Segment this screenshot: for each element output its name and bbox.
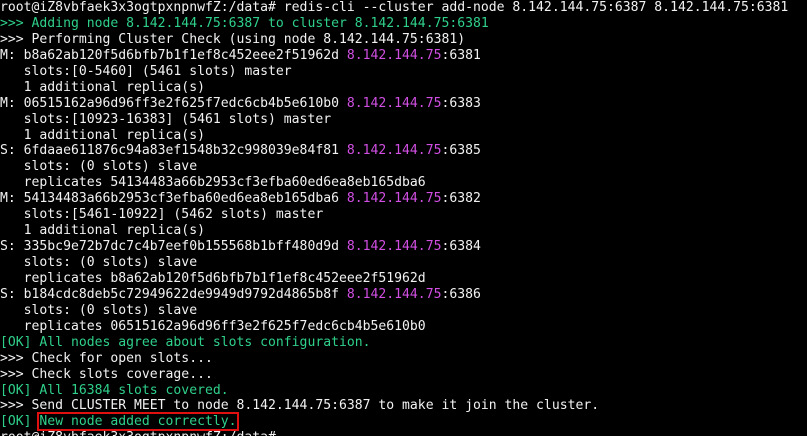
terminal-text-segment: slots:[5461-10922] (5462 slots) master bbox=[0, 207, 324, 223]
terminal-line-ok-slots-config: [OK] All nodes agree about slots configu… bbox=[0, 335, 807, 351]
terminal-line-slots-info: slots:[0-5460] (5461 slots) master bbox=[0, 64, 807, 80]
terminal-line-node-line: S: 6fdaae611876c94a83ef1548b32c998039e84… bbox=[0, 143, 807, 159]
terminal-text-segment: root@iZ8vbfaek3x3ogtpxnpnwfZ:/data# redi… bbox=[0, 0, 789, 15]
terminal-text-segment: slots: (0 slots) slave bbox=[0, 159, 198, 175]
terminal-text-segment: S: 335bc9e72b7dc7c4b7eef0b155568b1bff480… bbox=[0, 239, 347, 255]
terminal-text-segment: slots:[0-5460] (5461 slots) master bbox=[0, 63, 292, 79]
terminal-text-segment: [OK] All 16384 slots covered. bbox=[0, 382, 229, 398]
terminal-text-segment: :6383 bbox=[441, 95, 481, 111]
terminal-line-slots-info: slots: (0 slots) slave bbox=[0, 255, 807, 271]
terminal-text-segment: :6382 bbox=[441, 191, 481, 207]
terminal-line-replica-info: 1 additional replica(s) bbox=[0, 80, 807, 96]
terminal-line-cluster-check-header: >>> Performing Cluster Check (using node… bbox=[0, 32, 807, 48]
terminal-text-segment: >>> Adding node 8.142.144.75:6387 to clu… bbox=[0, 15, 489, 31]
terminal-line-slots-info: slots:[5461-10922] (5462 slots) master bbox=[0, 207, 807, 223]
terminal-text-segment: S: 6fdaae611876c94a83ef1548b32c998039e84… bbox=[0, 143, 347, 159]
terminal-line-replicates-info: replicates 06515162a96d96ff3e2f625f7edc6… bbox=[0, 319, 807, 335]
terminal-text-segment: M: 54134483a66b2953cf3efba60ed6ea8eb165d… bbox=[0, 191, 347, 207]
terminal-line-ok-node-added: [OK] New node added correctly. bbox=[0, 412, 807, 432]
terminal-text-segment: M: b8a62ab120f5d6bfb7b1f1ef8c452eee2f519… bbox=[0, 47, 347, 63]
terminal-text-segment: replicates 06515162a96d96ff3e2f625f7edc6… bbox=[0, 318, 426, 334]
terminal-text-segment: replicates 54134483a66b2953cf3efba60ed6e… bbox=[0, 175, 426, 191]
node-ip-address: 8.142.144.75 bbox=[346, 191, 442, 207]
terminal-text-segment: :6386 bbox=[441, 286, 481, 302]
terminal-text-segment: slots: (0 slots) slave bbox=[0, 255, 198, 270]
terminal-line-node-line: M: 54134483a66b2953cf3efba60ed6ea8eb165d… bbox=[0, 191, 807, 207]
terminal-text-segment: >>> Check slots coverage... bbox=[0, 366, 213, 382]
terminal-line-replica-info: 1 additional replica(s) bbox=[0, 223, 807, 239]
terminal-line-slots-info: slots: (0 slots) slave bbox=[0, 303, 807, 319]
node-ip-address: 8.142.144.75 bbox=[346, 239, 442, 255]
terminal-text-segment: S: b184cdc8deb5c72949622de9949d9792d4865… bbox=[0, 286, 347, 302]
node-ip-address: 8.142.144.75 bbox=[346, 286, 442, 302]
terminal-line-shell-prompt: root@iZ8vbfaek3x3ogtpxnpnwfZ:/data# bbox=[0, 430, 807, 436]
node-ip-address: 8.142.144.75 bbox=[346, 95, 442, 111]
terminal-text-segment: slots: (0 slots) slave bbox=[0, 302, 198, 318]
terminal-text-segment: M: 06515162a96d96ff3e2f625f7edc6cb4b5e61… bbox=[0, 95, 347, 111]
node-ip-address: 8.142.144.75 bbox=[346, 143, 442, 159]
terminal-text-segment: :6381 bbox=[441, 47, 481, 63]
terminal-line-node-line: S: b184cdc8deb5c72949622de9949d9792d4865… bbox=[0, 287, 807, 303]
terminal-line-check-slots-coverage: >>> Check slots coverage... bbox=[0, 367, 807, 383]
terminal-line-ok-slots-covered: [OK] All 16384 slots covered. bbox=[0, 383, 807, 399]
terminal-line-command-line: root@iZ8vbfaek3x3ogtpxnpnwfZ:/data# redi… bbox=[0, 0, 807, 16]
terminal-line-node-line: M: b8a62ab120f5d6bfb7b1f1ef8c452eee2f519… bbox=[0, 48, 807, 64]
terminal-window[interactable]: root@iZ8vbfaek3x3ogtpxnpnwfZ:/data# redi… bbox=[0, 0, 807, 436]
terminal-text-segment: 1 additional replica(s) bbox=[0, 127, 205, 143]
terminal-line-node-line: S: 335bc9e72b7dc7c4b7eef0b155568b1bff480… bbox=[0, 239, 807, 255]
terminal-text-segment: [OK] All nodes agree about slots configu… bbox=[0, 334, 371, 350]
terminal-text-segment: slots:[10923-16383] (5461 slots) master bbox=[0, 111, 332, 127]
terminal-text-segment: :6384 bbox=[441, 239, 481, 255]
terminal-text-segment: replicates b8a62ab120f5d6bfb7b1f1ef8c452… bbox=[0, 270, 426, 286]
node-ip-address: 8.142.144.75 bbox=[346, 47, 442, 63]
terminal-line-adding-node-message: >>> Adding node 8.142.144.75:6387 to clu… bbox=[0, 16, 807, 32]
terminal-line-cluster-meet-message: >>> Send CLUSTER MEET to node 8.142.144.… bbox=[0, 398, 807, 414]
terminal-line-replicates-info: replicates b8a62ab120f5d6bfb7b1f1ef8c452… bbox=[0, 271, 807, 287]
highlighted-success-message: New node added correctly. bbox=[37, 412, 239, 432]
terminal-line-slots-info: slots: (0 slots) slave bbox=[0, 159, 807, 175]
terminal-text-segment: :6385 bbox=[441, 143, 481, 159]
terminal-text-segment: 1 additional replica(s) bbox=[0, 79, 205, 95]
terminal-text-segment: 1 additional replica(s) bbox=[0, 223, 205, 239]
terminal-line-replica-info: 1 additional replica(s) bbox=[0, 128, 807, 144]
terminal-text-segment: >>> Send CLUSTER MEET to node 8.142.144.… bbox=[0, 398, 600, 414]
terminal-text-segment: root@iZ8vbfaek3x3ogtpxnpnwfZ:/data# bbox=[0, 430, 284, 436]
terminal-line-slots-info: slots:[10923-16383] (5461 slots) master bbox=[0, 112, 807, 128]
terminal-line-node-line: M: 06515162a96d96ff3e2f625f7edc6cb4b5e61… bbox=[0, 96, 807, 112]
terminal-text-segment: >>> Check for open slots... bbox=[0, 350, 213, 366]
terminal-text-segment: >>> Performing Cluster Check (using node… bbox=[0, 31, 466, 47]
terminal-text-segment: [OK] bbox=[0, 414, 40, 430]
terminal-line-check-open-slots: >>> Check for open slots... bbox=[0, 351, 807, 367]
terminal-line-replicates-info: replicates 54134483a66b2953cf3efba60ed6e… bbox=[0, 175, 807, 191]
